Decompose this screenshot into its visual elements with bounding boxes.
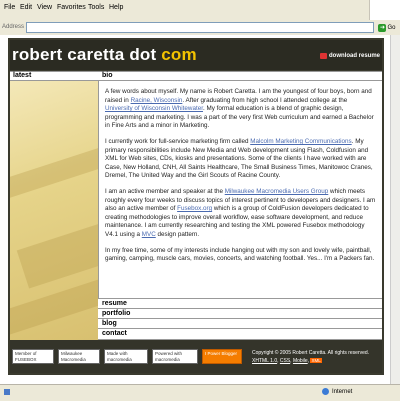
- bio-content: A few words about myself. My name is Rob…: [98, 81, 382, 298]
- download-resume-link[interactable]: download resume: [319, 53, 380, 59]
- nav-label: portfolio: [102, 310, 131, 317]
- bio-header: [98, 71, 382, 81]
- latest-label: latest: [13, 72, 32, 79]
- validation-links: XHTML 1.0, CSS, Mobile, XML: [252, 358, 322, 364]
- link-mmug[interactable]: Milwaukee Macromedia Users Group: [225, 188, 329, 195]
- bio-label: bio: [102, 72, 113, 79]
- menu-tools[interactable]: Tools: [88, 4, 104, 11]
- decor-band: [10, 139, 98, 203]
- bio-paragraph: A few words about myself. My name is Rob…: [105, 88, 376, 131]
- title-accent: com: [161, 45, 197, 64]
- bio-paragraph: I am an active member and speaker at the…: [105, 188, 376, 240]
- pdf-icon: [319, 53, 327, 59]
- blogger-badge[interactable]: I Power Blogger: [202, 349, 242, 364]
- xml-badge[interactable]: XML: [310, 358, 322, 363]
- menu-bar: File Edit View Favorites Tools Help: [0, 0, 400, 21]
- go-label: Go: [387, 24, 396, 31]
- decor-band: [10, 271, 98, 336]
- link-fusebox[interactable]: Fusebox.org: [177, 205, 212, 212]
- nav-portfolio[interactable]: portfolio: [98, 308, 382, 318]
- site-title: robert caretta dot com: [12, 45, 197, 65]
- menu-help[interactable]: Help: [109, 4, 123, 11]
- coldfusion-badge[interactable]: Powered with macromedia COLDFUSION MX: [152, 349, 198, 364]
- go-button[interactable]: ➜ Go: [376, 22, 398, 33]
- menu-edit[interactable]: Edit: [20, 4, 32, 11]
- flash-badge[interactable]: Made with macromedia FLASH MX: [104, 349, 148, 364]
- bio-text: design pattern.: [155, 230, 200, 238]
- title-main: robert caretta dot: [12, 45, 162, 64]
- bio-paragraph: In my free time, some of my interests in…: [105, 246, 375, 263]
- security-zone: Internet: [322, 388, 352, 395]
- address-label: Address: [2, 24, 25, 30]
- nav-label: resume: [102, 300, 127, 307]
- vertical-scrollbar[interactable]: [390, 35, 400, 384]
- decor-band: [16, 213, 98, 289]
- zone-label: Internet: [332, 388, 353, 395]
- nav-blog[interactable]: blog: [98, 318, 382, 328]
- address-input[interactable]: [26, 22, 374, 33]
- nav-contact[interactable]: contact: [98, 328, 382, 340]
- css-link[interactable]: CSS: [280, 358, 290, 364]
- menu-file[interactable]: File: [4, 4, 15, 11]
- latest-panel-image: [10, 81, 98, 340]
- bio-paragraph: I currently work for full-service market…: [105, 138, 376, 181]
- nav-label: contact: [102, 330, 127, 337]
- fusebox-badge[interactable]: Member of FUSEBOX: [12, 349, 54, 364]
- copyright-text: Copyright © 2005 Robert Caretta. All rig…: [252, 350, 370, 356]
- link-malcolm[interactable]: Malcolm Marketing Communications: [250, 138, 351, 145]
- bio-text: I am an active member and speaker at the: [105, 187, 225, 195]
- bio-text: . After graduating from high school I at…: [182, 96, 348, 104]
- link-racine[interactable]: Racine, Wisconsin: [131, 97, 183, 104]
- link-mvc[interactable]: MVC: [142, 231, 156, 238]
- menu-view[interactable]: View: [37, 4, 52, 11]
- go-arrow-icon: ➜: [378, 23, 387, 32]
- bio-text: I currently work for full-service market…: [105, 137, 251, 145]
- globe-icon: [322, 388, 329, 395]
- xhtml-link[interactable]: XHTML 1.0: [252, 358, 277, 364]
- mmug-badge[interactable]: Milwaukee Macromedia Users Group: [58, 349, 100, 364]
- nav-label: blog: [102, 320, 117, 327]
- mobile-link[interactable]: Mobile: [293, 358, 308, 364]
- page-done-icon: [4, 389, 10, 395]
- download-label: download resume: [328, 53, 380, 59]
- link-uww[interactable]: University of Wisconsin Whitewater: [105, 105, 203, 112]
- menu-favorites[interactable]: Favorites: [57, 4, 86, 11]
- nav-resume[interactable]: resume: [98, 298, 382, 308]
- windows-logo-icon: [369, 0, 400, 20]
